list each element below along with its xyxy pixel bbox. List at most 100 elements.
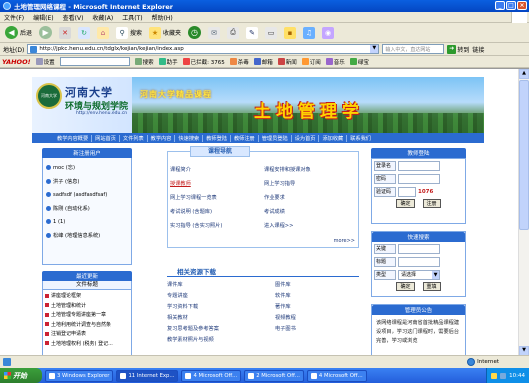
nav-files[interactable]: 文件列表: [120, 134, 148, 142]
resource-link[interactable]: 软件库: [275, 291, 359, 302]
favorites-button[interactable]: ★ 收藏夹: [147, 25, 183, 41]
scroll-thumb[interactable]: [519, 80, 529, 230]
antivirus-button[interactable]: 杀毒: [229, 58, 249, 66]
tray-icon[interactable]: [491, 372, 498, 379]
close-button[interactable]: ×: [517, 1, 527, 10]
course-nav-link[interactable]: 网上学习课程一览表: [170, 192, 264, 204]
course-nav-link[interactable]: 实习指导 (含实习照片): [170, 220, 264, 232]
maximize-button[interactable]: □: [506, 1, 516, 10]
forward-button[interactable]: ▶: [37, 25, 54, 41]
list-item[interactable]: 1 (1): [46, 215, 128, 229]
type-select[interactable]: 请选择 ▼: [398, 269, 440, 280]
yahoo-settings-button[interactable]: 设置: [35, 58, 55, 66]
course-nav-link[interactable]: 考试成绩: [264, 206, 358, 218]
resource-link[interactable]: 著作库: [275, 302, 359, 313]
news-link[interactable]: 新闻: [277, 58, 297, 66]
search-reset-button[interactable]: 重填: [422, 282, 441, 291]
menu-help[interactable]: 帮助(H): [152, 13, 173, 22]
minimize-button[interactable]: _: [495, 1, 505, 10]
yahoo-search-input[interactable]: [59, 57, 130, 66]
stop-button[interactable]: ✕: [57, 25, 73, 41]
resource-link[interactable]: 复习思考题及参考答案: [167, 324, 275, 335]
messenger-button[interactable]: ▪: [282, 25, 298, 41]
search-toolbar-button[interactable]: ⚲ 搜索: [114, 25, 144, 41]
resource-link[interactable]: 电子图书: [275, 324, 359, 335]
course-nav-link[interactable]: 课程安排和授课对象: [264, 164, 358, 176]
window-title-bar[interactable]: 土地管理网络课程 - Microsoft Internet Explorer _…: [0, 0, 529, 12]
captcha-field[interactable]: [398, 186, 416, 197]
nav-overview[interactable]: 教学内容概要: [54, 134, 93, 142]
scroll-up-button[interactable]: ▲: [519, 69, 529, 79]
resource-link[interactable]: 视频教程: [275, 313, 359, 324]
nav-search[interactable]: 快速搜索: [175, 134, 204, 142]
yahoo-helper-button[interactable]: 助手: [158, 58, 178, 66]
music-link[interactable]: 音乐: [325, 58, 345, 66]
title-field[interactable]: [398, 256, 440, 267]
course-nav-link[interactable]: 作业要求: [264, 192, 358, 204]
address-input[interactable]: http://jpkc.henu.edu.cn/tdglx/kejian/kej…: [27, 44, 380, 54]
username-field[interactable]: [398, 160, 440, 171]
list-item[interactable]: 讲座理论框架: [45, 291, 129, 301]
list-item[interactable]: 土地地理权利 (税务) 登记...: [45, 339, 129, 349]
list-item[interactable]: 土地管理专题讲座第一章: [45, 310, 129, 320]
course-nav-link[interactable]: 考试说明 (含题库): [170, 206, 264, 218]
nav-teacher-register[interactable]: 教师注册: [231, 134, 259, 142]
list-item[interactable]: 土地利用统计调查与自然条: [45, 320, 129, 330]
yahoo-logo[interactable]: YAHOO!: [2, 58, 31, 66]
research-button[interactable]: ◉: [320, 25, 336, 41]
edit-button[interactable]: ✎: [244, 25, 260, 41]
resource-link[interactable]: 专题讲座: [167, 291, 275, 302]
mail-button[interactable]: ✉: [206, 25, 222, 41]
nav-contact[interactable]: 联系我们: [347, 135, 374, 142]
menu-view[interactable]: 查看(V): [63, 13, 84, 22]
media-button[interactable]: ♫: [301, 25, 317, 41]
list-item[interactable]: 土地管理和统计: [45, 301, 129, 311]
green-link[interactable]: 绿宝: [349, 58, 369, 66]
resource-link[interactable]: 相关教材: [167, 313, 275, 324]
password-field[interactable]: [398, 173, 440, 184]
go-button[interactable]: ➜ 转到: [447, 44, 469, 54]
task-button-office-1[interactable]: 4 Microsoft Off...: [181, 369, 242, 382]
print-button[interactable]: ⎙: [225, 25, 241, 41]
menu-file[interactable]: 文件(F): [4, 13, 24, 22]
course-nav-link[interactable]: 课程简介: [170, 164, 264, 176]
refresh-button[interactable]: ↻: [76, 25, 92, 41]
resource-link[interactable]: 学习资料下载: [167, 302, 275, 313]
home-button[interactable]: ⌂: [95, 25, 111, 41]
course-nav-link[interactable]: 授课教师: [170, 178, 264, 190]
resource-link[interactable]: 图件库: [275, 280, 359, 291]
list-item[interactable]: 陈刚 (自动化系): [46, 202, 128, 216]
nav-home[interactable]: 网站首页: [92, 134, 120, 142]
keyword-field[interactable]: [398, 243, 440, 254]
task-button-office-2[interactable]: 2 Microsoft Off...: [244, 369, 304, 382]
mail-link[interactable]: 邮箱: [253, 58, 273, 66]
popup-blocker-button[interactable]: 已拦截: 3765: [182, 58, 225, 66]
subscribe-link[interactable]: 订阅: [301, 58, 321, 66]
task-button-explorer[interactable]: 3 Windows Explorer: [45, 369, 114, 382]
nav-add-favorite[interactable]: 添加收藏: [319, 134, 348, 142]
list-item[interactable]: 松峰 (地理信息系统): [46, 229, 128, 243]
search-submit-button[interactable]: 确定: [396, 282, 415, 291]
nav-content[interactable]: 教学内容: [148, 134, 176, 142]
vertical-scrollbar[interactable]: ▲ ▼: [518, 69, 529, 355]
discuss-button[interactable]: ▭: [263, 25, 279, 41]
yahoo-search-button[interactable]: 搜索: [134, 58, 154, 66]
menu-edit[interactable]: 编辑(E): [33, 13, 53, 22]
menu-favorites[interactable]: 收藏(A): [92, 13, 113, 22]
course-nav-link[interactable]: 网上学习指导: [264, 178, 358, 190]
back-button[interactable]: ◀ 后退: [3, 25, 34, 41]
list-item[interactable]: 注销登记申请表: [45, 329, 129, 339]
course-nav-link[interactable]: 进入课程>>: [264, 220, 358, 232]
links-button[interactable]: 链接: [472, 45, 484, 54]
more-link[interactable]: more>>: [334, 238, 355, 244]
nav-teacher-login[interactable]: 教师登陆: [203, 134, 231, 142]
list-item[interactable]: moc (忘): [46, 161, 128, 175]
task-button-office-3[interactable]: 4 Microsoft Off...: [306, 369, 367, 382]
tray-icon[interactable]: [500, 372, 507, 379]
history-button[interactable]: ◷: [186, 25, 203, 41]
start-button[interactable]: 开始: [0, 368, 42, 383]
resource-link[interactable]: 教学素材照片与视频: [167, 335, 275, 346]
address-dropdown[interactable]: ▼: [370, 45, 379, 53]
resource-link[interactable]: 课件库: [167, 280, 275, 291]
menu-tools[interactable]: 工具(T): [122, 13, 142, 22]
